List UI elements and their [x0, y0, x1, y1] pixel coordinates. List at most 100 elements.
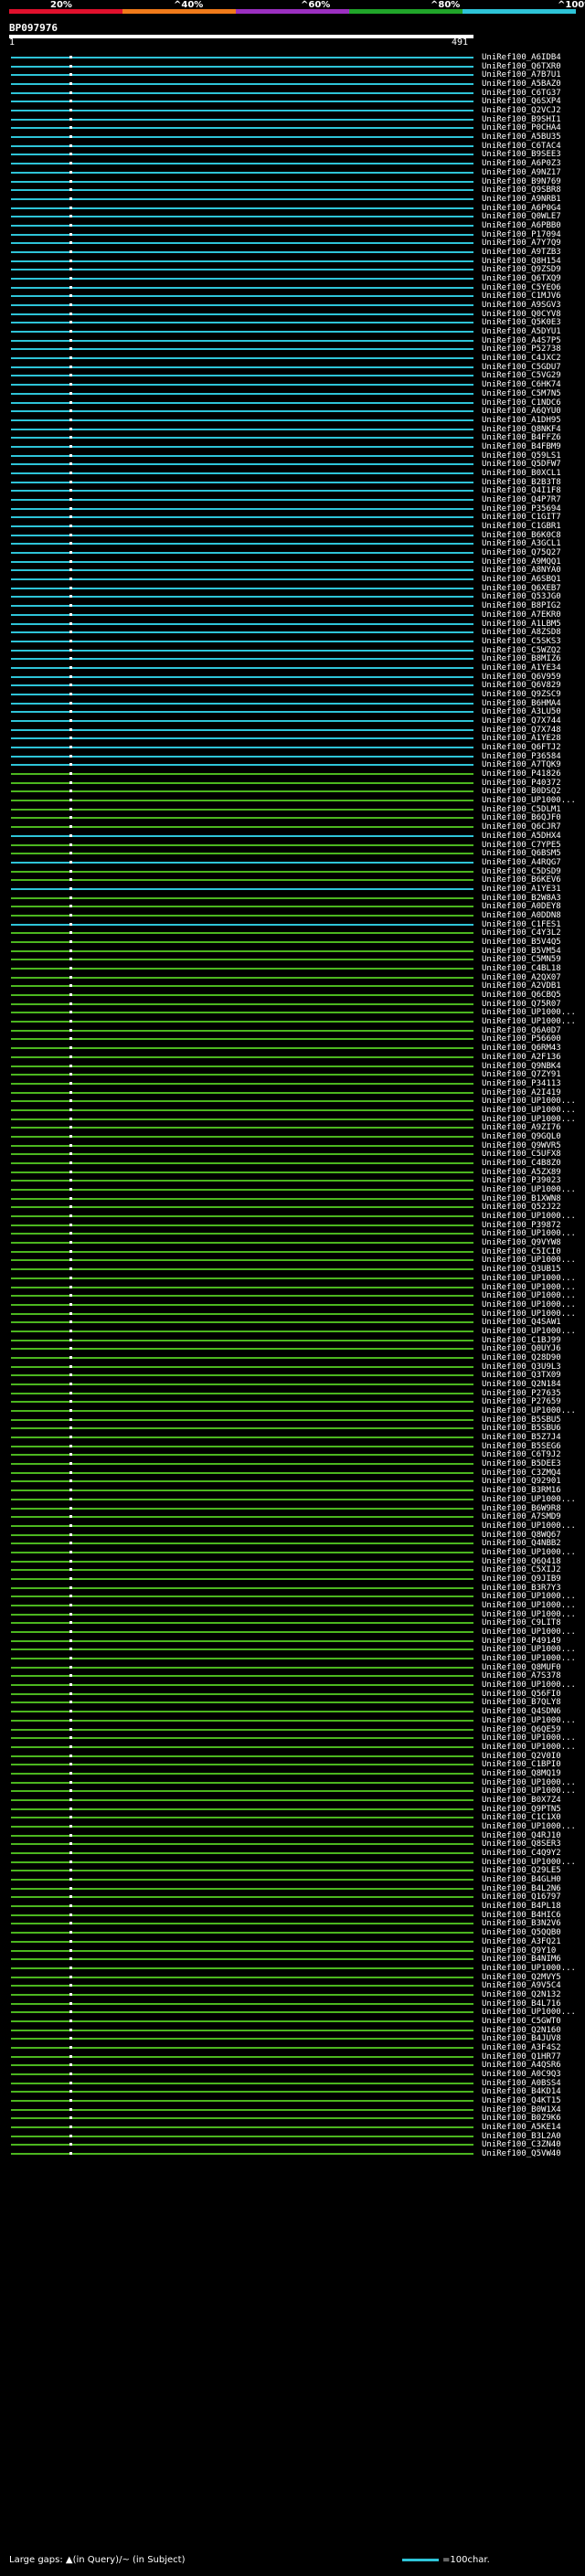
alignment-bar[interactable]	[11, 1224, 473, 1226]
alignment-bar[interactable]	[11, 2002, 473, 2005]
alignment-bar[interactable]	[11, 1666, 473, 1669]
alignment-bar[interactable]	[11, 2100, 473, 2103]
alignment-bar[interactable]	[11, 879, 473, 882]
alignment-bar[interactable]	[11, 1330, 473, 1332]
alignment-bar[interactable]	[11, 941, 473, 943]
alignment-bar[interactable]	[11, 322, 473, 324]
alignment-bar[interactable]	[11, 1631, 473, 1634]
alignment-bar[interactable]	[11, 375, 473, 377]
alignment-bar[interactable]	[11, 596, 473, 599]
alignment-bar[interactable]	[11, 976, 473, 979]
alignment-bar[interactable]	[11, 1551, 473, 1553]
alignment-bar[interactable]	[11, 1197, 473, 1200]
alignment-bar[interactable]	[11, 499, 473, 501]
alignment-bar[interactable]	[11, 127, 473, 130]
alignment-bar[interactable]	[11, 2055, 473, 2058]
alignment-bar[interactable]	[11, 994, 473, 997]
alignment-bar[interactable]	[11, 728, 473, 731]
alignment-bar[interactable]	[11, 91, 473, 94]
alignment-bar[interactable]	[11, 163, 473, 165]
alignment-bar[interactable]	[11, 1153, 473, 1156]
alignment-bar[interactable]	[11, 525, 473, 528]
alignment-bar[interactable]	[11, 1471, 473, 1474]
alignment-bar[interactable]	[11, 1162, 473, 1164]
alignment-bar[interactable]	[11, 2135, 473, 2137]
alignment-bar[interactable]	[11, 649, 473, 652]
alignment-bar[interactable]	[11, 1745, 473, 1748]
alignment-bar[interactable]	[11, 702, 473, 705]
alignment-bar[interactable]	[11, 693, 473, 695]
alignment-bar[interactable]	[11, 1879, 473, 1882]
alignment-bar[interactable]	[11, 1764, 473, 1766]
alignment-bar[interactable]	[11, 534, 473, 536]
alignment-bar[interactable]	[11, 968, 473, 970]
alignment-bar[interactable]	[11, 1091, 473, 1094]
alignment-bar[interactable]	[11, 1410, 473, 1413]
alignment-bar[interactable]	[11, 1711, 473, 1713]
alignment-bar[interactable]	[11, 1852, 473, 1855]
alignment-bar[interactable]	[11, 1958, 473, 1961]
alignment-bar[interactable]	[11, 144, 473, 147]
alignment-bar[interactable]	[11, 631, 473, 634]
alignment-bar[interactable]	[11, 747, 473, 749]
alignment-bar[interactable]	[11, 437, 473, 440]
alignment-bar[interactable]	[11, 180, 473, 183]
alignment-bar[interactable]	[11, 331, 473, 334]
alignment-bar[interactable]	[11, 171, 473, 174]
alignment-bar[interactable]	[11, 1524, 473, 1527]
alignment-bar[interactable]	[11, 711, 473, 714]
alignment-bar[interactable]	[11, 260, 473, 262]
alignment-bar[interactable]	[11, 1896, 473, 1899]
alignment-bar[interactable]	[11, 1949, 473, 1952]
alignment-bar[interactable]	[11, 1834, 473, 1837]
alignment-bar[interactable]	[11, 1074, 473, 1076]
alignment-bar[interactable]	[11, 923, 473, 926]
alignment-bar[interactable]	[11, 189, 473, 192]
alignment-bar[interactable]	[11, 622, 473, 625]
alignment-bar[interactable]	[11, 1418, 473, 1421]
alignment-bar[interactable]	[11, 1932, 473, 1935]
alignment-bar[interactable]	[11, 1303, 473, 1306]
alignment-bar[interactable]	[11, 1180, 473, 1182]
alignment-bar[interactable]	[11, 781, 473, 784]
alignment-bar[interactable]	[11, 605, 473, 608]
alignment-bar[interactable]	[11, 1118, 473, 1120]
alignment-bar[interactable]	[11, 843, 473, 846]
alignment-bar[interactable]	[11, 2038, 473, 2041]
alignment-bar[interactable]	[11, 1374, 473, 1377]
alignment-bar[interactable]	[11, 2064, 473, 2067]
alignment-bar[interactable]	[11, 1383, 473, 1385]
alignment-bar[interactable]	[11, 1436, 473, 1439]
alignment-bar[interactable]	[11, 1966, 473, 1969]
alignment-bar[interactable]	[11, 1754, 473, 1757]
alignment-bar[interactable]	[11, 1233, 473, 1235]
alignment-bar[interactable]	[11, 1701, 473, 1704]
alignment-bar[interactable]	[11, 1905, 473, 1908]
alignment-bar[interactable]	[11, 1940, 473, 1943]
alignment-bar[interactable]	[11, 1029, 473, 1032]
alignment-bar[interactable]	[11, 286, 473, 289]
alignment-bar[interactable]	[11, 207, 473, 209]
alignment-bar[interactable]	[11, 613, 473, 616]
alignment-bar[interactable]	[11, 1365, 473, 1368]
alignment-bar[interactable]	[11, 569, 473, 572]
alignment-bar[interactable]	[11, 1268, 473, 1271]
alignment-bar[interactable]	[11, 197, 473, 200]
alignment-bar[interactable]	[11, 136, 473, 139]
alignment-bar[interactable]	[11, 1144, 473, 1147]
alignment-bar[interactable]	[11, 57, 473, 58]
alignment-bar[interactable]	[11, 445, 473, 448]
alignment-bar[interactable]	[11, 1259, 473, 1262]
alignment-bar[interactable]	[11, 1427, 473, 1430]
alignment-bar[interactable]	[11, 357, 473, 360]
hit-row[interactable]: UniRef100_Q5VW40	[0, 2149, 585, 2159]
alignment-bar[interactable]	[11, 1870, 473, 1872]
alignment-bar[interactable]	[11, 242, 473, 245]
alignment-bar[interactable]	[11, 578, 473, 581]
alignment-bar[interactable]	[11, 401, 473, 404]
alignment-bar[interactable]	[11, 1639, 473, 1642]
alignment-bar[interactable]	[11, 1463, 473, 1466]
alignment-bar[interactable]	[11, 304, 473, 307]
alignment-bar[interactable]	[11, 2011, 473, 2014]
alignment-bar[interactable]	[11, 516, 473, 519]
